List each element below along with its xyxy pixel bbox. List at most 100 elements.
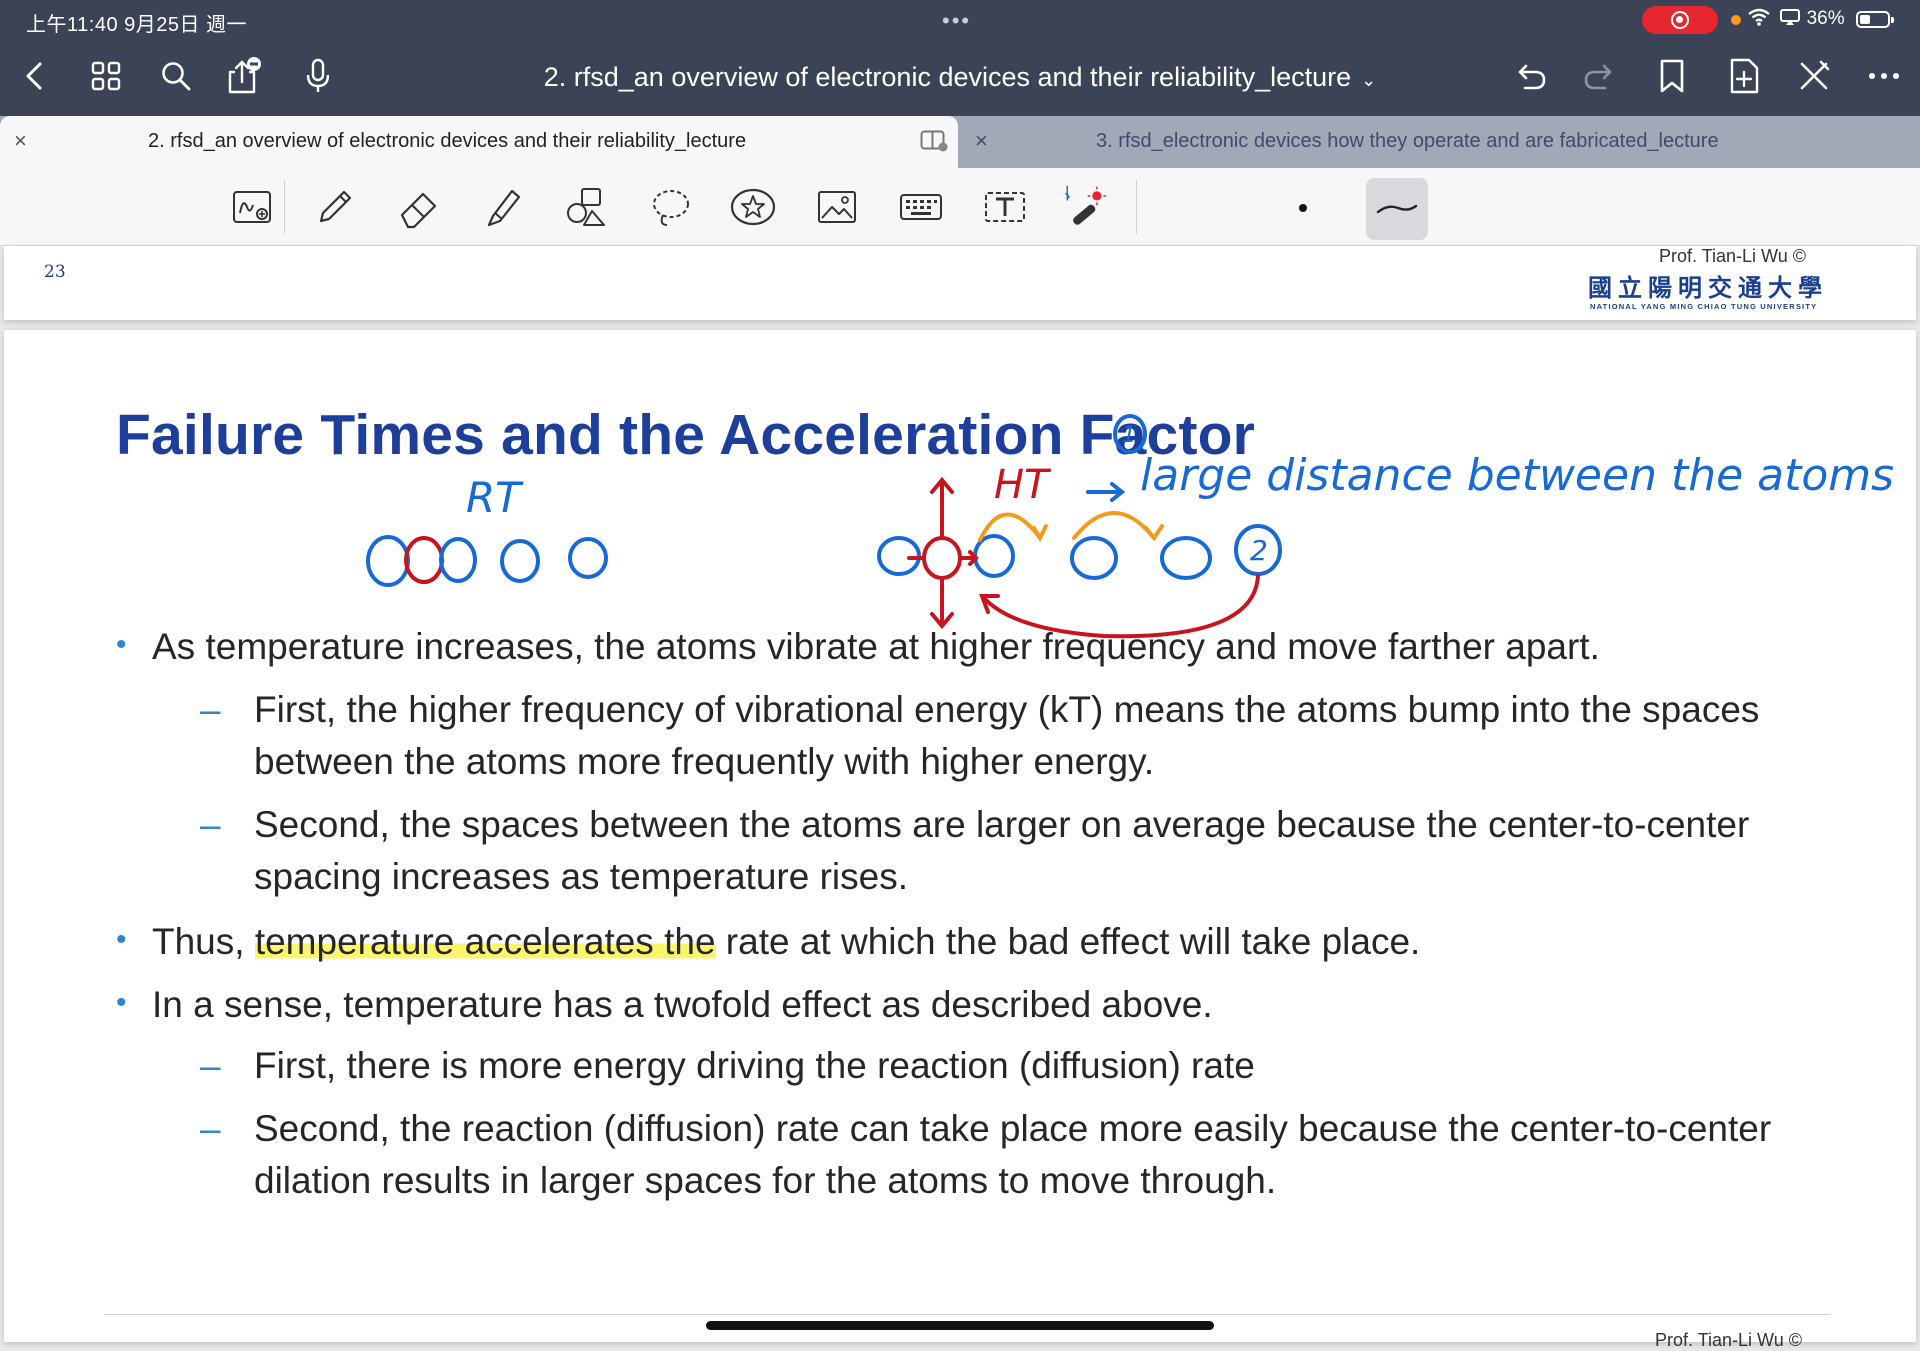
undo-icon (1518, 64, 1546, 90)
bullet-text: As temperature increases, the atoms vibr… (152, 626, 1600, 667)
tool-eraser[interactable] (394, 182, 444, 232)
wifi-icon (1748, 8, 1770, 26)
slide-page[interactable]: Failure Times and the Acceleration Facto… (4, 330, 1916, 1350)
tab-label: 3. rfsd_electronic devices how they oper… (1096, 130, 1719, 152)
add-page-icon (1730, 58, 1759, 94)
annotation-toolbar (0, 168, 1920, 246)
undo-button[interactable] (1508, 54, 1552, 98)
sub-bullet-text: First, the higher frequency of vibration… (254, 689, 1760, 782)
rt-atom-diagram (366, 535, 608, 587)
slide-title: Failure Times and the Acceleration Facto… (116, 403, 1256, 467)
ht-label: HT (994, 462, 1052, 508)
microphone-icon (306, 58, 330, 92)
screen-mirroring-icon (1780, 9, 1801, 25)
status-time: 上午11:40 9月25日 週一 (26, 14, 248, 36)
pencil-off-icon (1800, 60, 1830, 90)
bookmark-button[interactable] (1650, 54, 1694, 98)
tool-shapes[interactable] (562, 182, 612, 232)
redo-icon (1584, 64, 1612, 90)
split-view-icon[interactable] (920, 130, 948, 152)
grid-icon (91, 61, 121, 91)
page-number: 23 (44, 262, 66, 282)
footer-divider (104, 1314, 1830, 1315)
university-logo-cn: 國立陽明交通大學 (1588, 275, 1828, 302)
nav-bar: 2. rfsd_an overview of electronic device… (0, 40, 1920, 116)
tool-highlighter[interactable] (478, 182, 528, 232)
tab-bar: × 2. rfsd_an overview of electronic devi… (0, 116, 1920, 168)
image-icon (818, 191, 856, 223)
top-header: 上午11:40 9月25日 週一 ••• 36% 2. rfsd_an over… (0, 0, 1920, 116)
sub-bullet-text: First, there is more energy driving the … (254, 1045, 1255, 1086)
add-page-button[interactable] (1722, 54, 1766, 98)
author-credit: Prof. Tian-Li Wu © (1659, 246, 1806, 266)
stroke-style-icon (1376, 204, 1418, 214)
battery-icon (1856, 11, 1894, 28)
tool-pen[interactable] (310, 182, 360, 232)
university-logo-en: NATIONAL YANG MING CHIAO TUNG UNIVERSITY (1590, 302, 1818, 311)
share-button[interactable] (222, 54, 266, 98)
battery-percent: 36% (1806, 8, 1845, 29)
bullet-dot: • (116, 986, 127, 1019)
close-tab-icon[interactable]: × (975, 128, 988, 154)
circled-2-label: 2 (1250, 534, 1268, 567)
bullet-text: Thus, temperature accelerates the rate a… (152, 921, 1421, 962)
tool-handwriting[interactable] (228, 182, 278, 232)
pen-size-dot[interactable] (1299, 204, 1307, 212)
tool-text[interactable] (980, 182, 1030, 232)
redo-button[interactable] (1578, 54, 1622, 98)
home-indicator[interactable] (706, 1321, 1214, 1330)
bullet-text: In a sense, temperature has a twofold ef… (152, 984, 1213, 1025)
back-button[interactable] (12, 54, 56, 98)
sub-bullet-dash: – (200, 804, 221, 845)
document-title-dropdown[interactable]: 2. rfsd_an overview of electronic device… (460, 62, 1460, 93)
divider (284, 180, 285, 234)
highlighter-icon (487, 189, 521, 227)
sub-bullet-dash: – (200, 689, 221, 730)
status-bar: 上午11:40 9月25日 週一 ••• 36% (0, 0, 1920, 40)
keyboard-icon (900, 194, 942, 220)
share-icon (228, 57, 261, 94)
search-button[interactable] (154, 54, 198, 98)
close-tab-icon[interactable]: × (14, 128, 27, 154)
pen-style-selected[interactable] (1366, 178, 1428, 240)
thumbnails-button[interactable] (84, 54, 128, 98)
record-icon (1671, 11, 1689, 29)
search-icon (162, 62, 191, 91)
microphone-button[interactable] (296, 54, 340, 98)
document-title: 2. rfsd_an overview of electronic device… (543, 62, 1352, 92)
bullet-dot: • (116, 628, 127, 661)
shapes-icon (567, 188, 605, 226)
divider (1136, 180, 1137, 234)
tab-label: 2. rfsd_an overview of electronic device… (148, 130, 747, 152)
tab-lecture-3[interactable]: × 3. rfsd_electronic devices how they op… (958, 116, 1920, 168)
laser-pointer-icon (1064, 185, 1107, 225)
text-box-icon (985, 192, 1025, 222)
pen-icon (319, 190, 352, 223)
rt-label: RT (466, 473, 524, 522)
previous-page[interactable]: 23 Prof. Tian-Li Wu © 國立陽明交通大學 NATIONAL … (4, 246, 1916, 320)
chevron-left-icon (26, 62, 42, 90)
bookmark-icon (1660, 59, 1684, 93)
footer-author: Prof. Tian-Li Wu © (1655, 1330, 1802, 1350)
screen-recording-indicator[interactable] (1642, 6, 1718, 34)
tool-keyboard[interactable] (896, 182, 946, 232)
multitasking-dots[interactable]: ••• (942, 8, 971, 34)
sub-bullet-text: Second, the spaces between the atoms are… (254, 804, 1750, 897)
status-icons: 36% (1748, 8, 1845, 30)
exit-edit-button[interactable] (1792, 54, 1836, 98)
chevron-down-icon: ⌄ (1361, 70, 1377, 90)
handwriting-to-text-icon (233, 191, 271, 223)
more-icon (1869, 73, 1899, 79)
tab-lecture-2[interactable]: × 2. rfsd_an overview of electronic devi… (0, 116, 958, 168)
more-button[interactable] (1862, 54, 1906, 98)
tool-image[interactable] (812, 182, 862, 232)
highlighted-text[interactable]: temperature accelerates the (254, 921, 716, 962)
sticker-icon (730, 188, 776, 226)
lasso-icon (653, 190, 689, 226)
tool-sticker[interactable] (728, 182, 778, 232)
bullet-dot: • (116, 923, 127, 956)
mic-in-use-dot (1731, 15, 1741, 25)
eraser-icon (400, 192, 437, 229)
tool-laser-pointer[interactable] (1058, 182, 1108, 232)
tool-lasso[interactable] (646, 182, 696, 232)
